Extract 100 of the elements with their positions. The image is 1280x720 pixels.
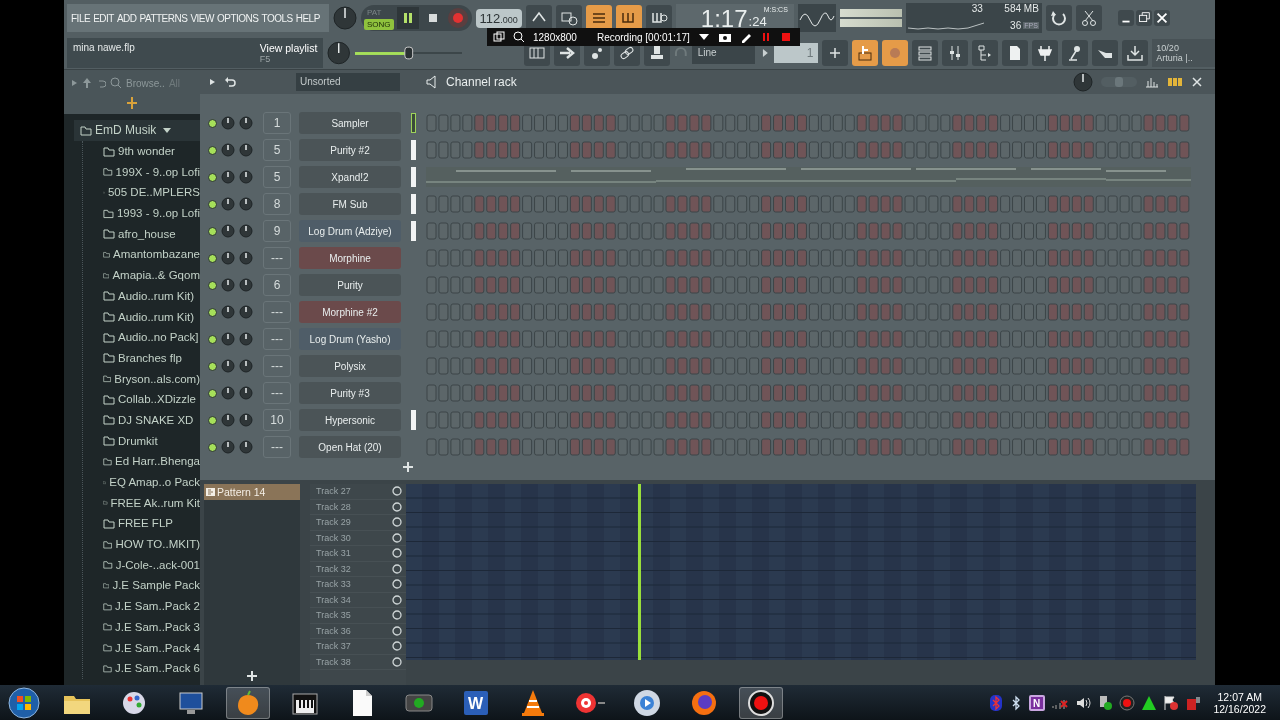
track-mute-icon[interactable]: [392, 656, 402, 667]
pan-knob[interactable]: [221, 170, 235, 185]
record-icon[interactable]: [1119, 694, 1136, 711]
folder-icon[interactable]: [103, 331, 115, 343]
channel-mute-light[interactable]: [208, 226, 217, 236]
folder-icon[interactable]: [103, 414, 115, 426]
folder-name[interactable]: Audio..rum Kit): [118, 289, 195, 302]
mixer-track-number[interactable]: ---: [263, 301, 291, 324]
channel-button[interactable]: Morphine #2: [299, 301, 401, 324]
pan-knob[interactable]: [221, 116, 235, 131]
menu-item[interactable]: OPTIONS: [216, 12, 259, 24]
mixer-track-number[interactable]: ---: [263, 382, 291, 405]
track-mute-icon[interactable]: [392, 610, 402, 621]
folder-icon[interactable]: [103, 290, 115, 302]
slider-thumb[interactable]: [1115, 76, 1123, 87]
master-volume-knob[interactable]: [333, 6, 357, 31]
add-channel-icon[interactable]: [401, 460, 414, 473]
track-name[interactable]: Track 37: [316, 641, 351, 652]
track-mute-icon[interactable]: [392, 532, 402, 543]
taskbar-button[interactable]: [739, 686, 783, 719]
volume-knob[interactable]: [239, 386, 253, 401]
volume-knob[interactable]: [239, 305, 253, 320]
folder-name[interactable]: Collab..XDizzle: [118, 393, 196, 406]
track-name[interactable]: Track 36: [316, 625, 351, 636]
pattern-clip[interactable]: Pattern 14: [204, 484, 300, 500]
pan-knob[interactable]: [221, 224, 235, 239]
folder-name[interactable]: DJ SNAKE XD: [118, 413, 194, 426]
folder-name[interactable]: Ed Harr..Bhenga: [114, 455, 200, 468]
folder-name[interactable]: J.E Sam..Pack 6: [115, 662, 200, 675]
volume-knob[interactable]: [239, 197, 253, 212]
folder-name[interactable]: Audio..rum Kit): [118, 310, 195, 323]
group-filter-dropdown[interactable]: Unsorted: [296, 72, 400, 91]
up-arrow-icon[interactable]: [82, 77, 92, 89]
pan-knob[interactable]: [221, 305, 235, 320]
menu-item[interactable]: VIEW: [190, 12, 214, 24]
folder-name[interactable]: Amapia..& Gqom: [112, 269, 200, 282]
channel-mute-light[interactable]: [208, 415, 217, 425]
add-pattern-icon[interactable]: [246, 670, 258, 682]
menu-item[interactable]: FILE: [71, 12, 91, 24]
track-mute-icon[interactable]: [392, 579, 402, 590]
volume-knob[interactable]: [239, 224, 253, 239]
volume-knob[interactable]: [239, 170, 253, 185]
tempo-field[interactable]: 112.000: [475, 8, 522, 28]
close-icon[interactable]: [1191, 75, 1203, 88]
menu-item[interactable]: EDIT: [93, 12, 114, 24]
minimize-icon[interactable]: [1117, 10, 1134, 27]
mixer-track-number[interactable]: 5: [263, 139, 291, 162]
folder-icon[interactable]: [103, 435, 115, 447]
channel-select-indicator[interactable]: [411, 167, 416, 188]
folder-icon[interactable]: [103, 621, 112, 633]
caret-icon[interactable]: [163, 126, 172, 135]
track-mute-icon[interactable]: [392, 594, 402, 605]
folder-name[interactable]: FREE FLP: [118, 517, 173, 530]
plugin-picker-panel[interactable]: 10/20 Arturia |..: [1152, 38, 1215, 67]
folder-name[interactable]: afro_house: [118, 227, 176, 240]
mixer-track-number[interactable]: 8: [263, 193, 291, 216]
mode-toggle[interactable]: SONG: [364, 18, 394, 30]
folder-icon[interactable]: [103, 166, 113, 178]
mixer-track-number[interactable]: 10: [263, 409, 291, 432]
mixer-track-number[interactable]: ---: [263, 436, 291, 459]
channel-mute-light[interactable]: [208, 199, 217, 209]
pan-knob[interactable]: [221, 386, 235, 401]
volume-knob[interactable]: [239, 440, 253, 455]
track-name[interactable]: Track 35: [316, 610, 351, 621]
pan-knob[interactable]: [221, 251, 235, 266]
slider-thumb[interactable]: [404, 46, 413, 60]
folder-icon[interactable]: [103, 145, 115, 157]
channel-mute-light[interactable]: [208, 307, 217, 317]
folder-icon[interactable]: [103, 393, 115, 405]
pan-knob[interactable]: [221, 332, 235, 347]
folder-icon[interactable]: [103, 228, 115, 240]
track-mute-icon[interactable]: [392, 517, 402, 528]
volume-knob[interactable]: [239, 359, 253, 374]
folder-name[interactable]: Bryson..als.com): [114, 372, 200, 385]
menu-item[interactable]: TOOLS: [261, 12, 293, 24]
channel-button[interactable]: Purity #3: [299, 382, 401, 405]
track-name[interactable]: Track 29: [316, 517, 351, 528]
folder-name[interactable]: J-Cole-..ack-001: [115, 558, 200, 571]
step-mode-icon[interactable]: [1167, 75, 1183, 88]
channel-select-indicator[interactable]: [411, 221, 416, 242]
track-name[interactable]: Track 30: [316, 532, 351, 543]
channel-mute-light[interactable]: [208, 145, 217, 155]
channel-button[interactable]: Log Drum (Adziye): [299, 220, 401, 243]
pan-knob[interactable]: [221, 278, 235, 293]
undo-icon[interactable]: [224, 75, 236, 88]
track-mute-icon[interactable]: [392, 563, 402, 574]
document-icon[interactable]: [1002, 39, 1029, 66]
clock-time[interactable]: 12:07 AM: [1217, 690, 1262, 703]
restore-icon[interactable]: [1135, 10, 1152, 27]
pan-knob[interactable]: [221, 440, 235, 455]
folder-icon[interactable]: [103, 373, 112, 385]
channel-select-indicator[interactable]: [411, 410, 416, 431]
mixer-icon[interactable]: [942, 39, 969, 66]
undo-icon[interactable]: [1045, 5, 1072, 32]
graph-icon[interactable]: [1145, 75, 1159, 88]
start-button-icon[interactable]: [6, 686, 42, 719]
folder-name[interactable]: J.E Sam..Pack 2: [115, 600, 200, 613]
pitch-knob[interactable]: [327, 40, 351, 65]
channel-button[interactable]: FM Sub: [299, 193, 401, 216]
volume-knob[interactable]: [239, 278, 253, 293]
